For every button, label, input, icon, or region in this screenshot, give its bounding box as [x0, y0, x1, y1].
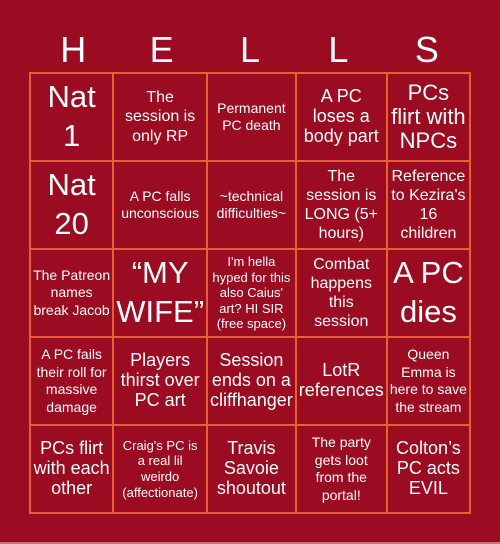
bingo-header: H E L L S: [29, 28, 471, 72]
bingo-cell-r5c3[interactable]: Travis Savoie shoutout: [207, 425, 296, 513]
bingo-cell-r5c1[interactable]: PCs flirt with each other: [30, 425, 114, 513]
bingo-cell-r2c5[interactable]: Reference to Kezira's 16 children: [386, 161, 470, 249]
header-letter-h: H: [60, 29, 87, 70]
header-letter-e: E: [149, 29, 174, 70]
bingo-board: Nat 1 The session is only RP Permanent P…: [29, 72, 471, 514]
bingo-cell-r3c2[interactable]: “MY WIFE”: [113, 249, 208, 337]
bingo-cell-r1c3[interactable]: Permanent PC death: [207, 73, 296, 161]
bingo-cell-r2c1[interactable]: Nat 20: [30, 161, 114, 249]
bingo-cell-r5c2[interactable]: Craig's PC is a real lil weirdo (affecti…: [113, 425, 208, 513]
header-letter-l1: L: [240, 29, 261, 70]
bingo-cell-r3c1[interactable]: The Patreon names break Jacob: [30, 249, 114, 337]
header-letter-l2: L: [328, 29, 349, 70]
bingo-cell-r3c4[interactable]: Combat happens this session: [295, 249, 387, 337]
header-letter-s: S: [414, 29, 439, 70]
bingo-cell-r2c2[interactable]: A PC falls unconscious: [113, 161, 208, 249]
bingo-cell-r1c1[interactable]: Nat 1: [30, 73, 114, 161]
bingo-cell-r3c3-free-space[interactable]: I'm hella hyped for this also Caius' art…: [207, 249, 296, 337]
bingo-cell-r4c3[interactable]: Session ends on a cliffhanger: [207, 337, 296, 425]
bingo-cell-r1c4[interactable]: A PC loses a body part: [295, 73, 387, 161]
bingo-cell-r1c5[interactable]: PCs flirt with NPCs: [386, 73, 470, 161]
bingo-cell-r3c5[interactable]: A PC dies: [386, 249, 470, 337]
bingo-cell-r5c4[interactable]: The party gets loot from the portal!: [295, 425, 387, 513]
bingo-cell-r2c3[interactable]: ~technical difficulties~: [207, 161, 296, 249]
bingo-cell-r4c5[interactable]: Queen Emma is here to save the stream: [386, 337, 470, 425]
bingo-cell-r4c1[interactable]: A PC fails their roll for massive damage: [30, 337, 114, 425]
bingo-cell-r2c4[interactable]: The session is LONG (5+ hours): [295, 161, 387, 249]
bingo-cell-r4c2[interactable]: Players thirst over PC art: [113, 337, 208, 425]
bingo-cell-r4c4[interactable]: LotR references: [295, 337, 387, 425]
bingo-cell-r5c5[interactable]: Colton’s PC acts EVIL: [386, 425, 470, 513]
bingo-cell-r1c2[interactable]: The session is only RP: [113, 73, 208, 161]
